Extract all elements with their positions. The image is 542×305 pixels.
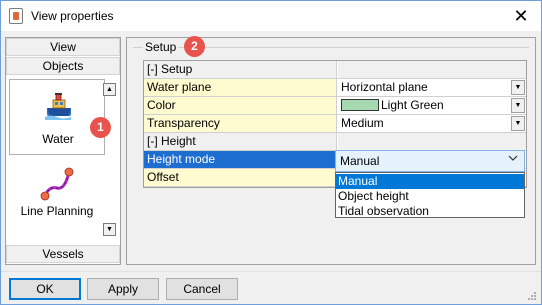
property-name: Transparency: [144, 115, 337, 132]
section-header-vessels[interactable]: Vessels: [6, 245, 120, 263]
close-icon[interactable]: ✕: [506, 3, 536, 29]
property-name: [-] Height: [144, 133, 337, 150]
height-mode-dropdown-list: Manual Object height Tidal observation: [335, 172, 525, 218]
section-header-objects[interactable]: Objects: [6, 57, 120, 75]
color-swatch: [341, 99, 379, 111]
callout-badge-2: 2: [184, 36, 205, 57]
window-title: View properties: [31, 9, 114, 23]
resize-grip-icon[interactable]: [527, 291, 537, 301]
value-text: Medium: [341, 116, 384, 130]
property-name: Offset: [144, 169, 337, 186]
list-item-water[interactable]: Water: [9, 79, 105, 155]
chevron-down-icon[interactable]: [508, 154, 518, 165]
property-value-transparency[interactable]: Medium ▼: [338, 115, 526, 132]
dropdown-arrow-icon[interactable]: ▼: [511, 80, 525, 95]
property-value: [338, 61, 526, 78]
title-bar: View properties ✕: [1, 1, 541, 31]
dropdown-option-manual[interactable]: Manual: [336, 174, 524, 189]
property-name: Color: [144, 97, 337, 114]
app-icon: [9, 8, 23, 24]
value-text: Light Green: [381, 98, 444, 112]
category-row-height[interactable]: [-] Height: [144, 133, 526, 151]
dialog-window: View properties ✕ View Objects Water Lin…: [0, 0, 542, 305]
property-value-water-plane[interactable]: Horizontal plane ▼: [338, 79, 526, 96]
scroll-up-button[interactable]: ▲: [103, 83, 116, 96]
category-row-setup[interactable]: [-] Setup: [144, 61, 526, 79]
dropdown-arrow-icon[interactable]: ▼: [511, 116, 525, 131]
line-planning-icon: [40, 167, 74, 201]
dropdown-arrow-icon[interactable]: ▼: [511, 98, 525, 113]
value-text: Horizontal plane: [341, 80, 428, 94]
boat-icon: [45, 93, 71, 120]
list-item-label: Line Planning: [20, 204, 94, 218]
apply-button[interactable]: Apply: [87, 278, 159, 300]
property-value: [338, 133, 526, 150]
property-row-transparency[interactable]: Transparency Medium ▼: [144, 115, 526, 133]
property-value-color[interactable]: Light Green ▼: [338, 97, 526, 114]
scroll-down-button[interactable]: ▼: [103, 223, 116, 236]
dropdown-option-tidal-observation[interactable]: Tidal observation: [336, 204, 524, 219]
height-mode-combobox[interactable]: Manual: [335, 150, 525, 172]
property-row-water-plane[interactable]: Water plane Horizontal plane ▼: [144, 79, 526, 97]
cancel-button[interactable]: Cancel: [166, 278, 238, 300]
callout-badge-1: 1: [90, 117, 111, 138]
combobox-value: Manual: [340, 154, 380, 168]
footer-divider: [1, 271, 541, 272]
property-name: [-] Setup: [144, 61, 337, 78]
property-row-color[interactable]: Color Light Green ▼: [144, 97, 526, 115]
property-name: Water plane: [144, 79, 337, 96]
dropdown-option-object-height[interactable]: Object height: [336, 189, 524, 204]
group-title: Setup: [143, 40, 179, 54]
list-item-line-planning[interactable]: Line Planning: [9, 162, 105, 232]
ok-button[interactable]: OK: [9, 278, 81, 300]
property-name: Height mode: [144, 151, 337, 168]
objects-list: Water Line Planning ▲ ▼: [6, 76, 120, 244]
section-header-view[interactable]: View: [6, 38, 120, 56]
object-category-panel: View Objects Water Line Planning ▲ ▼ Ves…: [5, 37, 121, 265]
